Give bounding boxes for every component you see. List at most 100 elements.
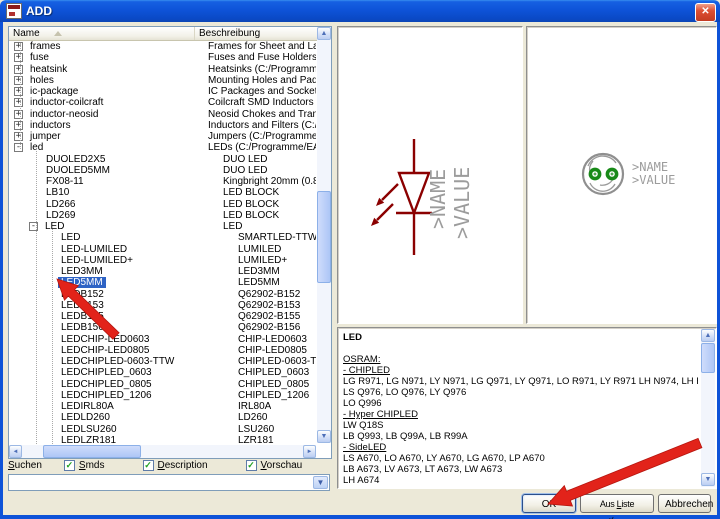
tree-scroll-up-button[interactable]: ▲ [317,27,331,40]
tree-rows: +framesFrames for Sheet and Layout (C:/P… [9,41,316,446]
tree-row[interactable]: +inductor-coilcraftCoilcraft SMD Inducto… [9,97,316,108]
tree-row[interactable]: LEDCHIPLED_1206CHIPLED_1206 [9,390,316,401]
checkbox-vorschau[interactable]: ✓ [246,460,257,471]
tree-row[interactable]: LB10LED BLOCK [9,187,316,198]
remove-from-list-button[interactable]: Aus Liste entfernen [580,494,654,513]
ok-button[interactable]: OK [522,494,576,513]
checkbox-smds[interactable]: ✓ [64,460,75,471]
checkbox-label-smds[interactable]: Smds [79,460,105,471]
title-bar[interactable]: ADD ✕ [0,0,720,22]
tree-item-label: LEDLD260 [58,412,113,423]
tree-row[interactable]: +framesFrames for Sheet and Layout (C:/P… [9,41,316,52]
checkbox-label-description[interactable]: Description [158,460,208,471]
tree-hscrollbar-thumb[interactable] [43,445,141,458]
tree-row[interactable]: LEDB152Q62902-B152 [9,289,316,300]
search-combobox[interactable]: ▼ [8,474,330,491]
tree-item-label: LEDB153 [58,300,107,311]
tree-row[interactable]: LEDCHIPLED-0603-TTWCHIPLED-0603-TTW [9,356,316,367]
tree-row[interactable]: DUOLED2X5DUO LED [9,154,316,165]
tree-item-description: IC Packages and Sockets (C:/Program [208,86,316,97]
tree-item-label: fuse [27,52,52,63]
tree-row[interactable]: +ic-packageIC Packages and Sockets (C:/P… [9,86,316,97]
scroll-up-icon: ▲ [321,30,328,37]
tree-item-label: LB10 [43,187,72,198]
window-border-left [0,22,3,516]
tree-scroll-left-button[interactable]: ◄ [9,445,22,458]
tree-row[interactable]: -ledLEDs (C:/Programme/EAGLE-4.16r1/lb [9,142,316,153]
led-package-drawing: >NAME >VALUE [527,27,714,321]
description-scroll-down-button[interactable]: ▼ [701,473,715,486]
tree-row[interactable]: +heatsinkHeatsinks (C:/Programme/EAGLE-4… [9,64,316,75]
tree-item-description: CHIPLED-0603-TTW [238,356,316,367]
tree-row[interactable]: LED-LUMILEDLUMILED [9,244,316,255]
cancel-button[interactable]: Abbrechen [658,494,711,513]
tree-item-label: LEDB156 [58,322,107,333]
close-icon: ✕ [701,6,709,17]
combobox-dropdown-button[interactable]: ▼ [313,476,328,489]
tree-item-description: LED3MM [238,266,280,277]
tree-row[interactable]: LEDCHIPLED_0603CHIPLED_0603 [9,367,316,378]
tree-row[interactable]: +inductorsInductors and Filters (C:/Prog… [9,120,316,131]
tree-item-label: LED [58,232,83,243]
tree-item-description: LD260 [238,412,267,423]
tree-item-description: Jumpers (C:/Programme/EAGLE-4.16r1 [208,131,316,142]
checkbox-label-vorschau[interactable]: Vorschau [261,460,303,471]
tree-item-label: ic-package [27,86,81,97]
tree-row[interactable]: LEDB155Q62902-B155 [9,311,316,322]
tree-guide-line [20,43,22,149]
tree-row[interactable]: +fuseFuses and Fuse Holders (C:/Programm… [9,52,316,63]
tree-item-description: CHIPLED_1206 [238,390,309,401]
tree-row[interactable]: DUOLED5MMDUO LED [9,165,316,176]
scroll-up-icon: ▲ [705,332,712,339]
tree-scroll-down-button[interactable]: ▼ [317,430,331,443]
tree-row[interactable]: LD269LED BLOCK [9,210,316,221]
tree-row[interactable]: LEDIRL80AIRL80A [9,401,316,412]
tree-item-description: LSU260 [238,424,274,435]
description-panel: LED OSRAM:- CHIPLEDLG R971, LG N971, LY … [337,327,717,489]
tree-scroll-right-button[interactable]: ► [303,445,316,458]
add-dialog-window: ADD ✕ Name Beschreibung +framesFrames fo… [0,0,720,519]
tree-row[interactable]: LED5MM LED5MM [9,277,316,288]
symbol-preview-panel: >NAME >VALUE [337,26,523,324]
tree-item-description: LED5MM [238,277,280,288]
tree-row[interactable]: LEDLSU260LSU260 [9,424,316,435]
checkbox-description[interactable]: ✓ [143,460,154,471]
tree-row[interactable]: LEDCHIP-LED0805CHIP-LED0805 [9,345,316,356]
description-line: LW Q18S [343,420,698,431]
tree-row[interactable]: +holesMounting Holes and Pads (C:/Progra… [9,75,316,86]
column-header-name[interactable]: Name [9,27,195,40]
close-button[interactable]: ✕ [695,3,716,22]
tree-row[interactable]: -LEDLED [9,221,316,232]
tree-row[interactable]: +jumperJumpers (C:/Programme/EAGLE-4.16r… [9,131,316,142]
search-label: Suchen [8,460,42,471]
tree-row[interactable]: LEDCHIP-LED0603CHIP-LED0603 [9,334,316,345]
column-header-description[interactable]: Beschreibung [195,27,331,40]
tree-item-description: LED [223,221,242,232]
tree-row[interactable]: LEDB156Q62902-B156 [9,322,316,333]
filter-row: Suchen ✓ Smds ✓ Description ✓ Vorschau [8,459,340,472]
tree-row[interactable]: +inductor-neosidNeosid Chokes and Transf… [9,109,316,120]
tree-item-description: CHIP-LED0603 [238,334,307,345]
window-title: ADD [26,4,52,18]
tree-item-description: Frames for Sheet and Layout (C:/Progr [208,41,316,52]
tree-item-label-selected: LED5MM [58,277,106,288]
tree-item-description: Coilcraft SMD Inductors (C:/Programme [208,97,316,108]
tree-item-label: DUOLED2X5 [43,154,108,165]
description-scroll-up-button[interactable]: ▲ [701,329,715,342]
tree-row[interactable]: LEDSMARTLED-TTW [9,232,316,243]
tree-row[interactable]: LED-LUMILED+LUMILED+ [9,255,316,266]
tree-item-description: DUO LED [223,165,267,176]
tree-item-description: Neosid Chokes and Transformers (C:/F [208,109,316,120]
description-scrollbar-thumb[interactable] [701,343,715,373]
tree-item-label: heatsink [27,64,70,75]
tree-item-label: jumper [27,131,64,142]
tree-row[interactable]: LED3MMLED3MM [9,266,316,277]
tree-vscrollbar-thumb[interactable] [317,191,331,283]
package-value-placeholder: >VALUE [632,173,675,187]
tree-row[interactable]: LEDB153Q62902-B153 [9,300,316,311]
tree-row[interactable]: LEDCHIPLED_0805CHIPLED_0805 [9,379,316,390]
tree-item-label: LEDCHIPLED_0805 [58,379,155,390]
tree-row[interactable]: FX08-11Kingbright 20mm (0.8Inch) Single … [9,176,316,187]
tree-row[interactable]: LD266LED BLOCK [9,199,316,210]
tree-row[interactable]: LEDLD260 LD260 [9,412,316,423]
